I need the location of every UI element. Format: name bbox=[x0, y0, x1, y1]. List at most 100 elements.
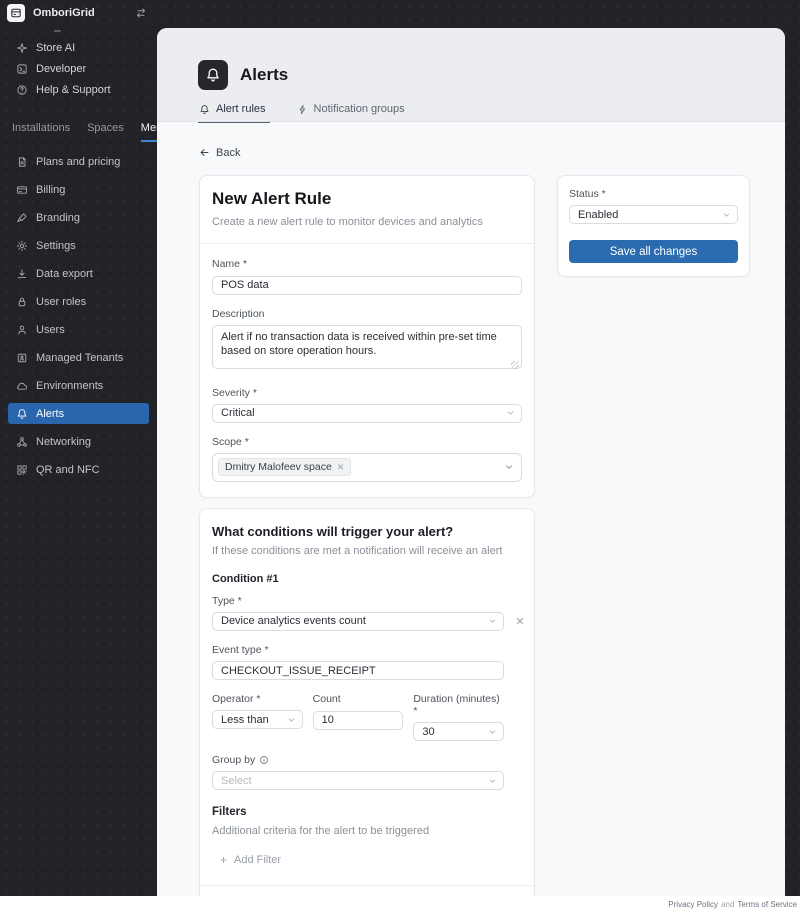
chevron-down-icon bbox=[504, 462, 514, 472]
terms-of-service-link[interactable]: Terms of Service bbox=[737, 900, 797, 909]
sparkle-icon bbox=[16, 42, 28, 54]
add-filter-button[interactable]: + Add Filter bbox=[220, 853, 281, 867]
severity-label: Severity * bbox=[212, 386, 257, 399]
truncated-menu-item bbox=[54, 30, 61, 32]
operator-select[interactable]: Less than bbox=[212, 710, 303, 729]
condition-number: Condition #1 bbox=[212, 572, 279, 585]
lightning-icon bbox=[297, 104, 308, 115]
back-link[interactable]: Back bbox=[199, 147, 240, 159]
operator-label: Operator * bbox=[212, 693, 261, 705]
privacy-policy-link[interactable]: Privacy Policy bbox=[668, 900, 718, 909]
sidebar-item-label: Help & Support bbox=[36, 84, 111, 96]
sidebar-item-qr-and-nfc[interactable]: QR and NFC bbox=[8, 459, 149, 480]
sidebar-item-data-export[interactable]: Data export bbox=[8, 263, 149, 284]
bell-icon bbox=[199, 104, 210, 115]
duration-select[interactable]: 30 bbox=[413, 722, 505, 741]
arrow-left-icon bbox=[199, 147, 210, 158]
status-label: Status * bbox=[569, 188, 606, 200]
sidebar-item-users[interactable]: Users bbox=[8, 319, 149, 340]
count-label: Count bbox=[312, 693, 341, 705]
sidebar-item-help-support[interactable]: Help & Support bbox=[0, 80, 157, 100]
sidebar-item-label: Branding bbox=[36, 211, 81, 224]
sidebar-item-label: Networking bbox=[36, 435, 92, 448]
sidebar-item-plans-and-pricing[interactable]: Plans and pricing bbox=[8, 151, 149, 172]
form-subtitle: Create a new alert rule to monitor devic… bbox=[212, 216, 483, 228]
sidebar-item-label: Alerts bbox=[36, 407, 65, 420]
name-input[interactable] bbox=[212, 275, 522, 295]
type-label: Type * bbox=[212, 594, 242, 607]
sidebar-item-label: Developer bbox=[36, 63, 87, 75]
page-title: Alerts bbox=[240, 65, 289, 84]
scope-multiselect[interactable]: Dmitry Malofeev space ✕ bbox=[212, 452, 522, 482]
severity-value: Critical bbox=[221, 407, 255, 419]
remove-condition-icon[interactable]: ✕ bbox=[513, 615, 527, 628]
user-icon bbox=[16, 324, 28, 336]
description-textarea[interactable]: Alert if no transaction data is received… bbox=[212, 324, 522, 369]
sidebar-item-label: Plans and pricing bbox=[36, 155, 121, 168]
scope-label: Scope * bbox=[212, 435, 249, 448]
severity-select[interactable]: Critical bbox=[212, 403, 522, 423]
tab-alert-rules[interactable]: Alert rules bbox=[198, 103, 270, 123]
sidebar-item-developer[interactable]: Developer bbox=[0, 59, 157, 79]
sidebar-tab-spaces[interactable]: Spaces bbox=[87, 122, 124, 142]
description-label: Description bbox=[212, 307, 265, 320]
sidebar-item-managed-tenants[interactable]: Managed Tenants bbox=[8, 347, 149, 368]
sidebar-item-store-ai[interactable]: Store AI bbox=[0, 38, 157, 58]
tenant-badge-icon bbox=[16, 352, 28, 364]
sidebar-item-label: QR and NFC bbox=[36, 463, 100, 476]
status-select[interactable]: Enabled bbox=[569, 205, 738, 224]
remove-tag-icon[interactable]: ✕ bbox=[337, 462, 345, 473]
sidebar-item-branding[interactable]: Branding bbox=[8, 207, 149, 228]
sidebar-item-label: Managed Tenants bbox=[36, 351, 124, 364]
sidebar-item-alerts[interactable]: Alerts bbox=[8, 403, 149, 424]
form-column: New Alert Rule Create a new alert rule t… bbox=[199, 175, 535, 896]
sidebar-menu: Plans and pricing Billing Branding Setti… bbox=[0, 151, 157, 480]
condition-type-select[interactable]: Device analytics events count bbox=[212, 611, 504, 631]
sidebar-item-networking[interactable]: Networking bbox=[8, 431, 149, 452]
tab-label: Alert rules bbox=[216, 103, 266, 116]
footer: Privacy Policy and Terms of Service bbox=[0, 896, 800, 913]
bell-icon bbox=[16, 408, 28, 420]
chevron-down-icon bbox=[488, 727, 497, 736]
sidebar-item-label: Billing bbox=[36, 183, 66, 196]
info-icon[interactable] bbox=[259, 755, 269, 765]
filters-title: Filters bbox=[212, 806, 247, 818]
condition-type-value: Device analytics events count bbox=[221, 615, 366, 627]
gear-icon bbox=[16, 240, 28, 252]
back-label: Back bbox=[216, 146, 241, 159]
help-circle-icon bbox=[16, 84, 28, 96]
page-content: Back New Alert Rule Create a new alert r… bbox=[157, 122, 785, 896]
sidebar: OmboriGrid Store AI Developer Help & Sup… bbox=[0, 0, 169, 896]
save-all-changes-button[interactable]: Save all changes bbox=[569, 240, 738, 263]
chevron-down-icon bbox=[488, 617, 497, 626]
chevron-down-icon bbox=[488, 776, 497, 785]
sidebar-item-label: Settings bbox=[36, 239, 76, 252]
sidebar-tab-installations[interactable]: Installations bbox=[12, 122, 70, 142]
event-type-input[interactable] bbox=[212, 661, 504, 680]
page-tabs: Alert rules Notification groups bbox=[198, 103, 785, 123]
sidebar-item-label: Store AI bbox=[36, 42, 76, 54]
status-column: Status * Enabled Save all changes bbox=[557, 175, 750, 277]
credit-card-icon bbox=[16, 184, 28, 196]
sidebar-item-label: Environments bbox=[36, 379, 104, 392]
chevron-down-icon bbox=[287, 715, 296, 724]
group-by-label: Group by bbox=[212, 754, 256, 766]
sidebar-item-settings[interactable]: Settings bbox=[8, 235, 149, 256]
main-panel: Alerts Alert rules Notification groups B… bbox=[157, 28, 785, 896]
lock-icon bbox=[16, 296, 28, 308]
filters-subtitle: Additional criteria for the alert to be … bbox=[212, 825, 430, 837]
scope-tag: Dmitry Malofeev space ✕ bbox=[218, 458, 352, 476]
sidebar-top-group: Store AI Developer Help & Support bbox=[0, 38, 157, 100]
duration-value: 30 bbox=[422, 725, 435, 738]
sidebar-item-billing[interactable]: Billing bbox=[8, 179, 149, 200]
operator-value: Less than bbox=[221, 713, 269, 726]
count-input[interactable] bbox=[312, 710, 404, 730]
sidebar-item-user-roles[interactable]: User roles bbox=[8, 291, 149, 312]
network-nodes-icon bbox=[16, 436, 28, 448]
name-label: Name * bbox=[212, 258, 248, 270]
group-by-select[interactable]: Select bbox=[212, 771, 504, 790]
new-alert-rule-card: New Alert Rule Create a new alert rule t… bbox=[199, 175, 535, 498]
tab-notification-groups[interactable]: Notification groups bbox=[296, 103, 409, 123]
sidebar-item-environments[interactable]: Environments bbox=[8, 375, 149, 396]
collapse-sidebar-icon[interactable] bbox=[135, 7, 147, 19]
